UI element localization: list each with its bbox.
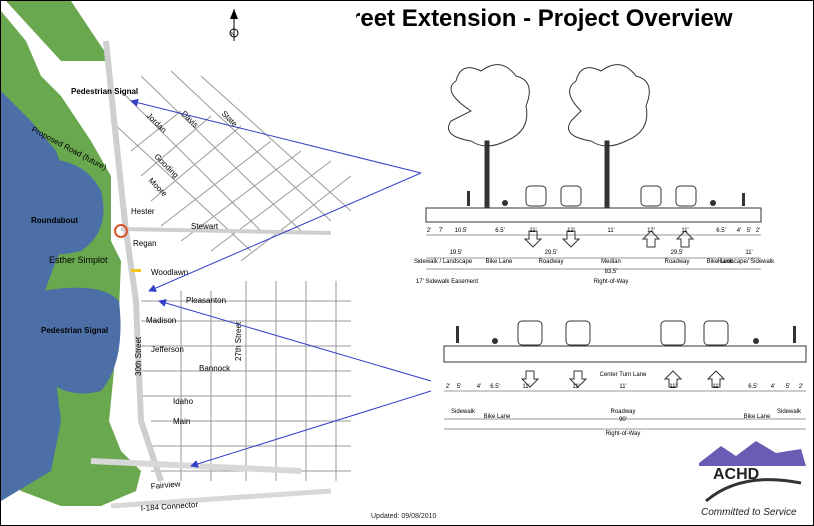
dimension-label: 11' <box>529 228 536 234</box>
dimension-label: 4' <box>477 384 481 390</box>
dimension-label: 6.5' <box>495 228 505 234</box>
dimension-label: 4' <box>771 384 775 390</box>
esther-label: Esther Simplot <box>49 255 108 265</box>
bannock-label: Bannock <box>199 364 231 373</box>
logo-tagline: Committed to Service <box>701 507 797 518</box>
idaho-label: Idaho <box>173 397 194 406</box>
north-label: N <box>231 32 235 38</box>
regan-label: Regan <box>133 239 157 248</box>
woodlawn-label: Woodlawn <box>151 268 188 277</box>
dimension-label: 2' <box>799 384 803 390</box>
roadway-right-label: Roadway <box>664 259 689 265</box>
sidewalk-left-label: Sidewalk <box>451 409 476 415</box>
ped-signal-bottom-label: Pedestrian Signal <box>41 326 108 335</box>
dimension-label: 12' <box>567 228 575 234</box>
dimension-label: 6.5' <box>716 228 726 234</box>
dimension-label: 2' <box>446 384 450 390</box>
dimension-label: 5' <box>747 228 751 234</box>
dimension-label: 10.5' <box>455 228 468 234</box>
dimension-label: 29.5' <box>545 250 558 256</box>
dimension-label: 11' <box>572 384 579 390</box>
ped-signal-top-label: Pedestrian Signal <box>71 87 138 96</box>
cross-section-top: 2' 7' 10.5' 6.5' 11' 12' 11' 12' 11' 6.5' 4' 5' 2' 19… <box>414 64 775 285</box>
updated-date: Updated: 09/08/2010 <box>371 513 437 520</box>
dimension-label: 2' <box>427 228 431 234</box>
bike-right-label: Bike Lane <box>744 414 771 420</box>
hardscape-label: Hardscape/ Sidewalk <box>718 259 775 265</box>
madison-label: Madison <box>146 316 176 325</box>
dimension-label: 29.5' <box>671 250 684 256</box>
overview-diagram: N Pedestrian Signal Proposed Road (futur… <box>1 1 807 525</box>
dimension-label: 6.5' <box>490 384 500 390</box>
woodlawn-marker <box>131 269 141 272</box>
dimension-label: 11' <box>619 384 626 390</box>
easement-label: 17' Sidewalk Easement <box>416 279 479 285</box>
roadway-width-label: 90' <box>619 417 627 423</box>
pleasanton-label: Pleasanton <box>186 296 226 305</box>
dimension-label: 12' <box>647 228 655 234</box>
roundabout-label: Roundabout <box>31 216 78 225</box>
dimension-label: 11' <box>669 384 676 390</box>
dimension-label: 5' <box>786 384 790 390</box>
dimension-label: 11' <box>712 384 719 390</box>
dimension-label: 11' <box>681 228 688 234</box>
jefferson-label: Jefferson <box>151 345 184 354</box>
row-label: Right-of-Way <box>606 431 641 437</box>
main-label: Main <box>173 417 190 426</box>
stewart-label: Stewart <box>191 222 219 231</box>
row-width-label: 83.5' <box>605 269 618 275</box>
bike-left-label: Bike Lane <box>486 259 513 265</box>
roadway-left-label: Roadway <box>538 259 563 265</box>
dimension-label: 6.5' <box>748 384 758 390</box>
dimension-label: 11' <box>607 228 614 234</box>
pond-lower <box>41 287 121 394</box>
row-label: Right-of-Way <box>594 279 629 285</box>
roadway-label: Roadway <box>610 409 635 415</box>
sidewalk-right-label: Sidewalk <box>777 409 802 415</box>
hester-label: Hester <box>131 207 155 216</box>
dimension-label: 4' <box>737 228 741 234</box>
slide-frame: 30th Street Extension - Project Overview <box>0 0 814 526</box>
dimension-label: 19.5' <box>450 250 463 256</box>
cross-section-bottom: 2' 5' 4' 6.5' 11' 11' 11' 11' 11' 6.5' 4' 5' 2' Cent… <box>443 320 807 437</box>
center-turn-label: Center Turn Lane <box>600 372 647 378</box>
dimension-label: 11' <box>745 250 752 256</box>
dimension-label: 2' <box>756 228 760 234</box>
dimension-label: 11' <box>522 384 529 390</box>
dimension-label: 7' <box>439 228 443 234</box>
bike-left-label: Bike Lane <box>484 414 511 420</box>
twentyseventh-label: 27th Street <box>234 321 243 361</box>
map: N Pedestrian Signal Proposed Road (futur… <box>1 1 356 525</box>
dimension-label: 5' <box>457 384 461 390</box>
median-label: Median <box>601 259 621 265</box>
tree-icon <box>448 64 530 210</box>
logo-name: ACHD <box>713 466 759 483</box>
sidewalk-label: Sidewalk / Landscape <box>414 259 473 265</box>
thirtieth-label: 30th Street <box>134 336 143 376</box>
achd-logo: ACHD Committed to Service <box>699 441 806 518</box>
